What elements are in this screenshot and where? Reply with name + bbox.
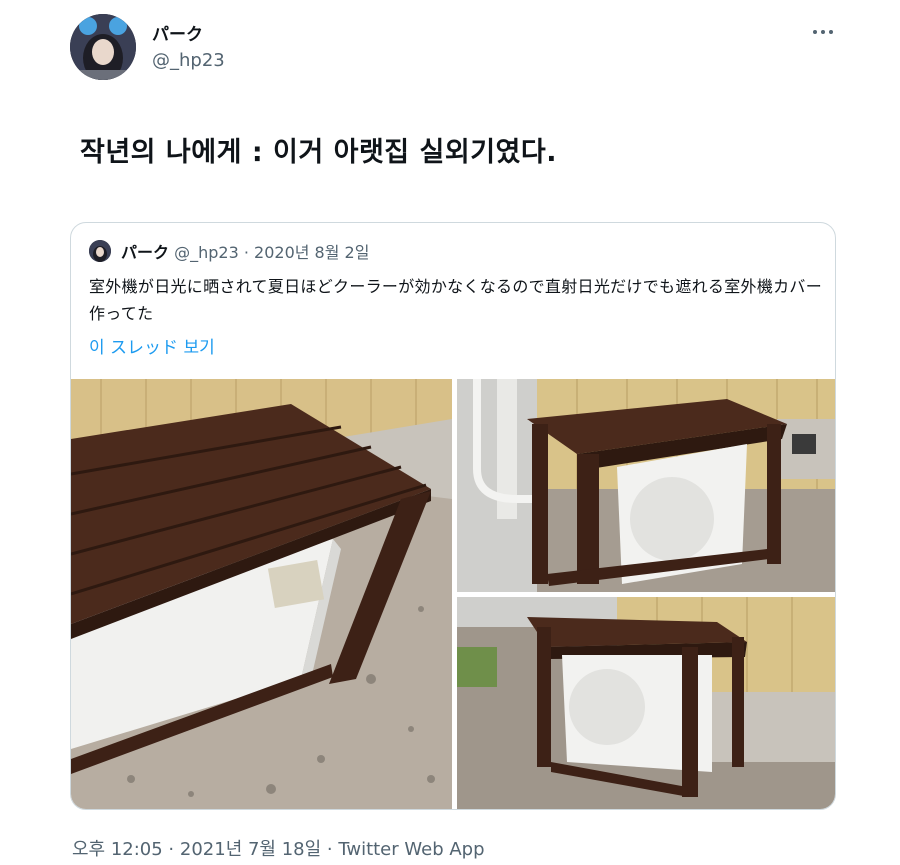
quoted-tweet-card[interactable]: パーク @_hp23 · 2020년 8월 2일 室外機が日光に晒されて夏日ほど… <box>70 222 836 810</box>
photo-ac-cover-large <box>71 379 452 809</box>
avatar-image <box>70 14 136 80</box>
separator: · <box>243 243 255 262</box>
quoted-tweet-date[interactable]: 2020년 8월 2일 <box>254 243 369 262</box>
quoted-author-handle[interactable]: @_hp23 <box>174 243 239 262</box>
quoted-tweet-text: 室外機が日光に晒されて夏日ほどクーラーが効かなくなるので直射日光だけでも遮れる室… <box>89 277 823 323</box>
author-handle[interactable]: @_hp23 <box>152 50 225 71</box>
avatar-image <box>89 240 111 262</box>
more-horizontal-icon <box>813 30 817 34</box>
photo-ac-cover-side <box>457 379 835 592</box>
more-dot <box>829 30 833 34</box>
tweet-photo-2[interactable] <box>457 379 835 592</box>
author-avatar[interactable] <box>70 14 136 80</box>
author-name[interactable]: パーク <box>152 20 203 45</box>
show-thread-link[interactable]: 이 スレッド 보기 <box>89 333 215 358</box>
tweet-photo-1[interactable] <box>71 379 452 809</box>
quoted-author-avatar[interactable] <box>89 240 111 262</box>
more-dot <box>821 30 825 34</box>
tweet-photo-3[interactable] <box>457 597 835 809</box>
more-options-button[interactable] <box>806 18 840 46</box>
tweet-text: 작년의 나에게 : 이거 아랫집 실외기였다. <box>80 137 557 168</box>
quoted-author-name[interactable]: パーク <box>121 243 169 262</box>
photo-ac-cover-angle <box>457 597 835 809</box>
quoted-tweet-header: パーク @_hp23 · 2020년 8월 2일 <box>121 239 369 263</box>
tweet-timestamp[interactable]: 오후 12:05 · 2021년 7월 18일 · Twitter Web Ap… <box>72 835 485 861</box>
